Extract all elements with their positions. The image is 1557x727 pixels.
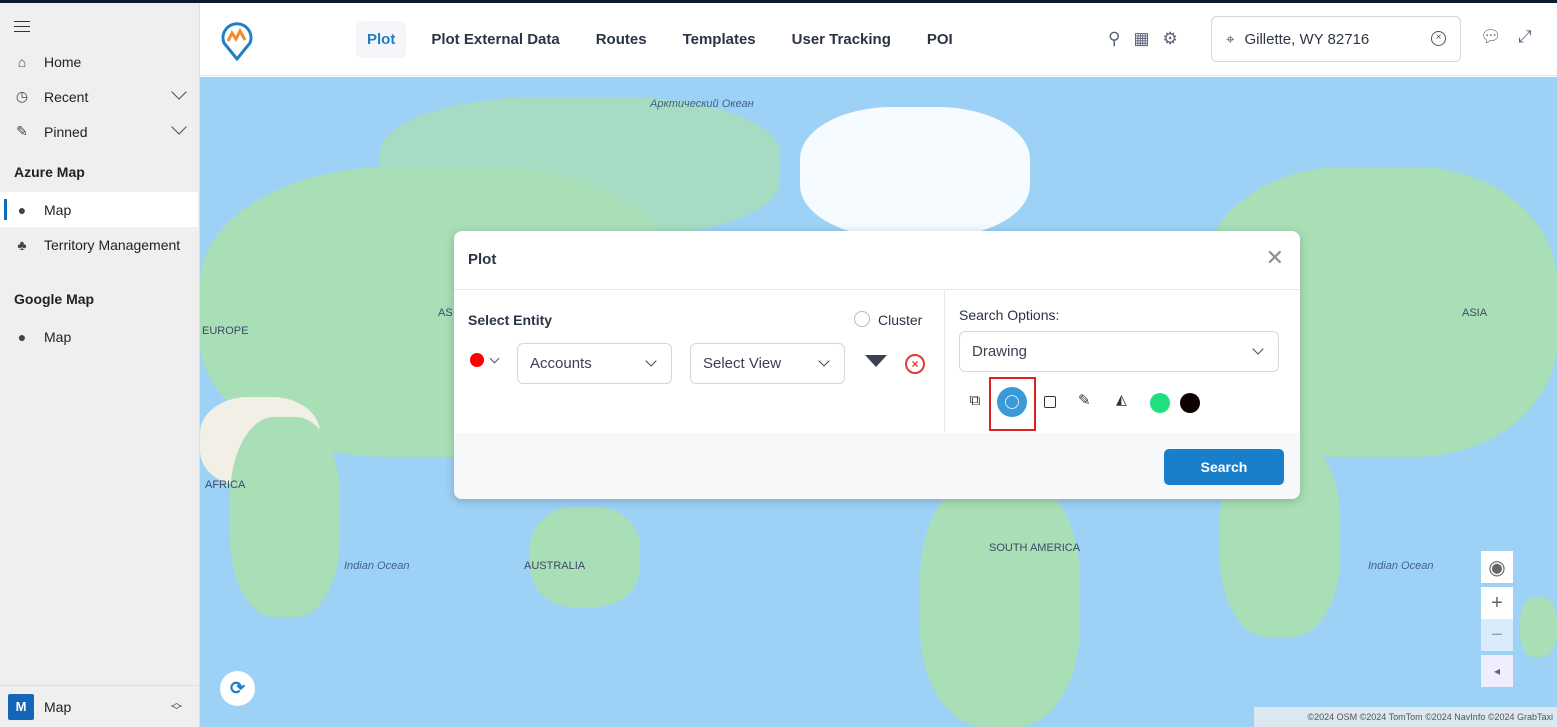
- map-label-australia: AUSTRALIA: [524, 560, 586, 572]
- tab-poi[interactable]: POI: [909, 21, 971, 58]
- rectangle-tool-icon[interactable]: [1044, 396, 1056, 408]
- chevron-down-icon: [645, 355, 657, 367]
- refresh-button[interactable]: ⟳: [220, 671, 255, 706]
- chevron-down-icon[interactable]: [171, 119, 187, 135]
- map-label-europe: EUROPE: [202, 325, 249, 337]
- chat-icon[interactable]: 💬︎: [1480, 27, 1502, 47]
- map-label-indian-ocean: Indian Ocean: [1368, 560, 1434, 572]
- sidebar-item-label: Home: [44, 53, 82, 70]
- map-label-south-america: SOUTH AMERICA: [989, 542, 1081, 554]
- chevron-down-icon[interactable]: [489, 353, 500, 364]
- search-option-value: Drawing: [972, 343, 1028, 360]
- calendar-icon[interactable]: ▦: [1133, 29, 1149, 49]
- sidebar-item-recent[interactable]: ◷ Recent: [0, 79, 198, 114]
- chevron-down-icon: [1252, 343, 1264, 355]
- view-select[interactable]: Select View: [690, 343, 845, 384]
- map-label-africa: AFRICA: [205, 479, 246, 491]
- location-pin-icon: ⌖: [1226, 30, 1235, 48]
- entity-value: Accounts: [530, 355, 592, 372]
- dialog-footer: Search: [454, 433, 1300, 499]
- sidebar-item-label: Map: [44, 201, 72, 218]
- sidebar-item-home[interactable]: ⌂ Home: [0, 44, 198, 79]
- sidebar-item-label: Map: [44, 328, 72, 345]
- green-color-swatch[interactable]: [1150, 393, 1170, 413]
- search-options-label: Search Options:: [959, 307, 1060, 323]
- tab-routes[interactable]: Routes: [578, 21, 665, 58]
- sidebar-item-google-map[interactable]: ● Map: [0, 319, 198, 354]
- filter-icon[interactable]: [865, 355, 887, 367]
- location-search-field[interactable]: ⌖ Gillette, WY 82716 ×: [1211, 16, 1461, 62]
- pin-icon: ✎: [16, 123, 28, 139]
- tab-plot[interactable]: Plot: [356, 21, 407, 58]
- location-value: Gillette, WY 82716: [1244, 30, 1370, 48]
- sidebar-item-label: Territory Management: [44, 236, 181, 253]
- sidebar-item-pinned[interactable]: ✎ Pinned: [0, 114, 198, 149]
- area-switcher[interactable]: M Map ︿ ﹀: [0, 685, 198, 727]
- section-title-google-map: Google Map: [14, 291, 95, 307]
- map-marker-icon: ●: [17, 201, 27, 218]
- gear-icon[interactable]: ⚙: [1163, 29, 1178, 49]
- map-label-asia-partial: AS: [438, 307, 453, 319]
- map-marker-icon: ●: [17, 328, 27, 345]
- clear-icon[interactable]: ×: [1431, 31, 1446, 46]
- sidebar: ⌂ Home ◷ Recent ✎ Pinned Azure Map ● Map ♣ Te…: [0, 3, 200, 727]
- hamburger-menu-icon[interactable]: [14, 17, 30, 36]
- eraser-icon[interactable]: ◭: [1116, 391, 1127, 408]
- section-title-azure-map: Azure Map: [14, 164, 85, 180]
- marker-color-icon[interactable]: [470, 353, 484, 367]
- tab-plot-external-data[interactable]: Plot External Data: [413, 21, 577, 58]
- pencil-icon[interactable]: ✎: [1078, 391, 1091, 409]
- cluster-radio[interactable]: [854, 311, 870, 327]
- map-label-asia: ASIA: [1462, 307, 1488, 319]
- area-badge: M: [8, 693, 34, 720]
- sidebar-item-azure-map[interactable]: ● Map: [0, 192, 198, 227]
- tab-user-tracking[interactable]: User Tracking: [774, 21, 909, 58]
- map-label-indian-ocean: Indian Ocean: [344, 560, 410, 572]
- close-icon[interactable]: ✕: [1266, 245, 1284, 271]
- map-style-button[interactable]: ◂: [1481, 655, 1513, 687]
- cluster-label: Cluster: [878, 312, 923, 328]
- search-button[interactable]: Search: [1164, 449, 1284, 485]
- header: Plot Plot External Data Routes Templates…: [200, 3, 1557, 76]
- sidebar-item-label: Recent: [44, 88, 89, 105]
- clock-icon: ◷: [15, 88, 29, 104]
- circle-tool-icon[interactable]: [997, 387, 1027, 417]
- area-label: Map: [44, 698, 72, 715]
- chevron-down-icon[interactable]: [171, 84, 187, 100]
- chevron-down-icon: [818, 355, 830, 367]
- app-logo: [221, 22, 253, 61]
- main-tabs: Plot Plot External Data Routes Templates…: [356, 21, 971, 58]
- sidebar-item-territory-management[interactable]: ♣ Territory Management: [0, 227, 198, 262]
- map-attribution: ©2024 OSM ©2024 TomTom ©2024 NavInfo ©20…: [1254, 707, 1557, 727]
- plot-dialog: Plot ✕ Select Entity Cluster Accounts Se…: [454, 231, 1300, 499]
- entity-select[interactable]: Accounts: [517, 343, 672, 384]
- my-location-button[interactable]: ◉: [1481, 551, 1513, 583]
- expand-icon[interactable]: ⤢: [1518, 27, 1532, 47]
- map-label-arctic-ocean: Арктический Океан: [650, 98, 754, 110]
- zoom-out-button[interactable]: −: [1481, 619, 1513, 651]
- tab-templates[interactable]: Templates: [665, 21, 774, 58]
- view-placeholder: Select View: [703, 355, 782, 372]
- polygon-tool-icon[interactable]: ⧉: [964, 389, 986, 411]
- territory-icon: ♣: [17, 236, 27, 253]
- search-icon[interactable]: ⚲: [1108, 29, 1120, 49]
- up-down-chevron-icon: ︿ ﹀: [171, 696, 182, 717]
- select-entity-label: Select Entity: [468, 312, 553, 328]
- search-options-select[interactable]: Drawing: [959, 331, 1279, 372]
- zoom-in-button[interactable]: +: [1481, 587, 1513, 619]
- sidebar-item-label: Pinned: [44, 123, 88, 140]
- black-color-swatch[interactable]: [1180, 393, 1200, 413]
- remove-icon[interactable]: ×: [905, 354, 925, 374]
- dialog-title: Plot: [468, 251, 497, 268]
- home-icon: ⌂: [17, 53, 27, 70]
